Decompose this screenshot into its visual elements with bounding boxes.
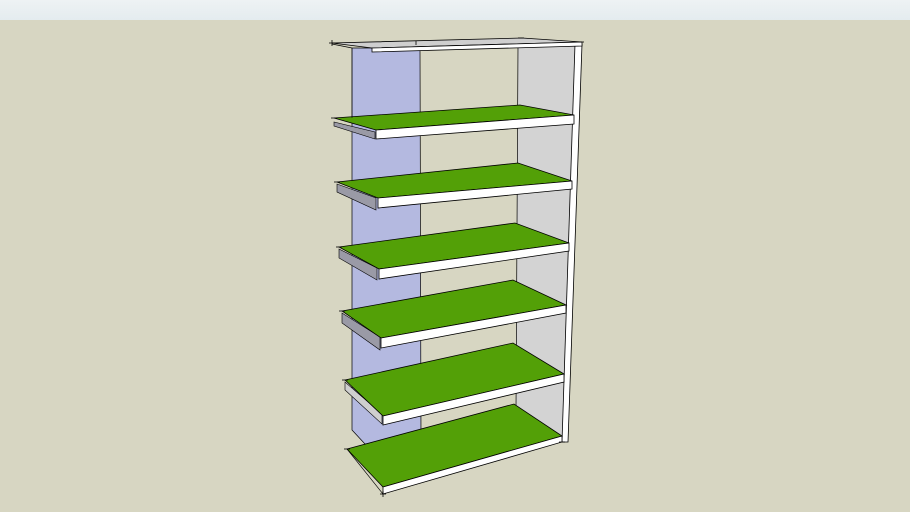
model-viewport[interactable] [0,0,910,512]
